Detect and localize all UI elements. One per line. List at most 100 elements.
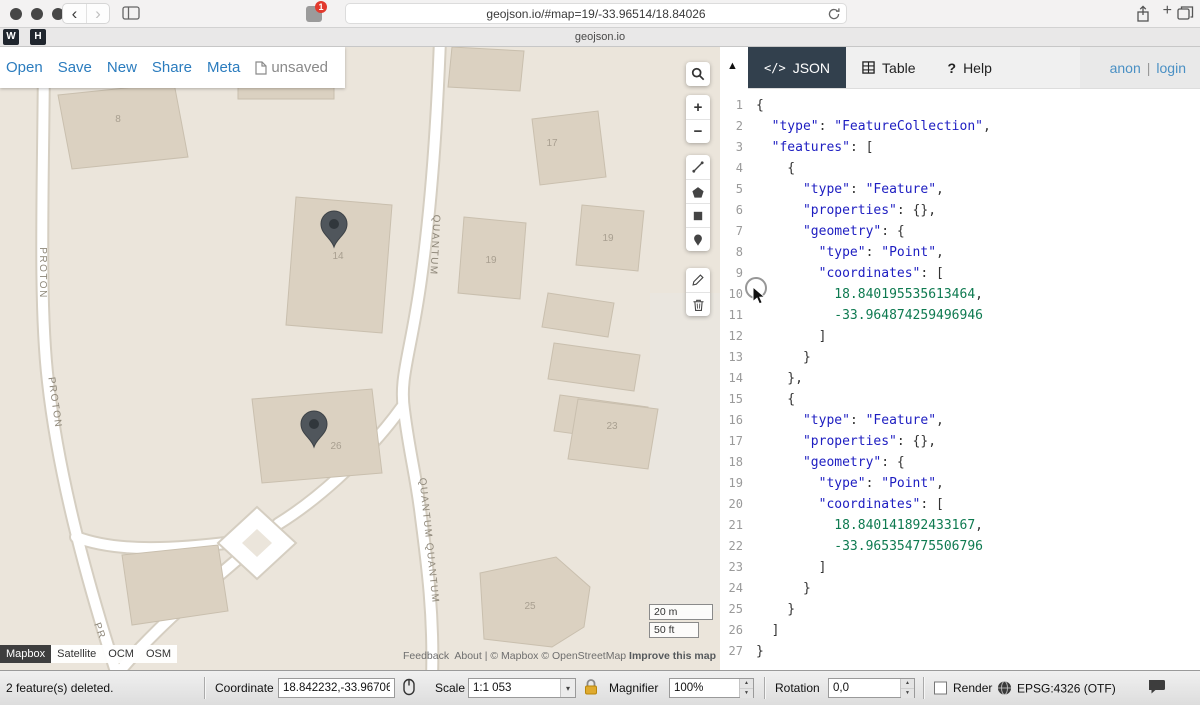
draw-toolbar xyxy=(686,155,710,251)
line-tool-icon xyxy=(691,160,705,174)
road-label-proton-1: PROTON xyxy=(37,247,48,299)
draw-marker-button[interactable] xyxy=(686,227,710,251)
geojson-menu-bar: Open Save New Share Meta unsaved xyxy=(0,47,345,88)
rotation-label: Rotation xyxy=(775,681,820,695)
minimize-button[interactable] xyxy=(31,8,43,20)
map-canvas[interactable]: PROTON PROTON PR QUANTUM QUANTUM QUANTUM… xyxy=(0,47,720,670)
active-tab-title[interactable]: geojson.io xyxy=(0,28,1200,46)
render-checkbox[interactable] xyxy=(934,682,947,695)
draw-rectangle-button[interactable] xyxy=(686,203,710,227)
layer-mapbox[interactable]: Mapbox xyxy=(0,645,51,663)
separator xyxy=(764,677,766,699)
reload-icon[interactable] xyxy=(827,7,841,27)
building-number-19b: 19 xyxy=(602,233,614,244)
browser-chrome: ‹ › 1 geojson.io/#map=19/-33.96514/18.84… xyxy=(0,0,1200,28)
delete-layers-button[interactable] xyxy=(686,292,710,316)
layer-osm[interactable]: OSM xyxy=(140,645,177,663)
scale-label: Scale xyxy=(435,681,465,695)
rotation-spinbox[interactable]: 0,0 ▲ ▼ xyxy=(828,678,915,698)
magnifier-down-button[interactable]: ▼ xyxy=(740,689,753,698)
tab-json[interactable]: </> JSON xyxy=(748,47,846,88)
new-tab-icon[interactable]: + xyxy=(1163,2,1172,20)
scale-lock-button[interactable] xyxy=(583,678,599,698)
draw-polygon-button[interactable] xyxy=(686,179,710,203)
scale-metric: 20 m xyxy=(649,604,713,620)
tab-table[interactable]: Table xyxy=(846,47,931,88)
building-number-19a: 19 xyxy=(485,255,497,266)
status-bar: 2 feature(s) deleted. Coordinate Scale 1… xyxy=(0,670,1200,705)
browser-tab-bar: W H geojson.io xyxy=(0,28,1200,47)
about-link[interactable]: About xyxy=(454,650,481,662)
coordinate-label: Coordinate xyxy=(215,681,274,695)
share-icon[interactable] xyxy=(1135,5,1151,28)
forward-button[interactable]: › xyxy=(86,4,109,23)
back-button[interactable]: ‹ xyxy=(63,4,86,23)
magnifier-value: 100% xyxy=(670,679,739,697)
improve-map-link[interactable]: Improve this map xyxy=(629,650,716,662)
tab-table-label: Table xyxy=(882,60,915,76)
log-messages-button[interactable] xyxy=(1149,679,1167,698)
menu-meta[interactable]: Meta xyxy=(207,59,240,76)
magnifier-up-button[interactable]: ▲ xyxy=(740,679,753,689)
edit-toolbar xyxy=(686,268,710,316)
mapbox-link[interactable]: © Mapbox xyxy=(490,650,538,662)
tab-help-label: Help xyxy=(963,60,992,76)
zoom-in-button[interactable]: + xyxy=(686,95,710,119)
zoom-out-button[interactable]: − xyxy=(686,119,710,143)
rotation-spin-buttons: ▲ ▼ xyxy=(900,679,914,697)
map-attribution: Feedback About | © Mapbox © OpenStreetMa… xyxy=(403,650,716,662)
line-numbers: 1234567891011121314151617181920212223242… xyxy=(720,89,748,670)
sidebar-icon[interactable] xyxy=(122,5,140,26)
magnifier-label: Magnifier xyxy=(609,681,658,695)
code-lines[interactable]: { "type": "FeatureCollection", "features… xyxy=(748,89,1200,670)
pinned-tab-w[interactable]: W xyxy=(3,29,19,45)
rotation-up-button[interactable]: ▲ xyxy=(901,679,914,689)
building-number-14: 14 xyxy=(332,251,344,262)
osm-link[interactable]: © OpenStreetMap xyxy=(541,650,626,662)
nav-buttons: ‹ › xyxy=(62,3,110,24)
draw-line-button[interactable] xyxy=(686,155,710,179)
layer-satellite[interactable]: Satellite xyxy=(51,645,102,663)
main-area: PROTON PROTON PR QUANTUM QUANTUM QUANTUM… xyxy=(0,47,1200,670)
pinned-tab-h[interactable]: H xyxy=(30,29,46,45)
screen: ‹ › 1 geojson.io/#map=19/-33.96514/18.84… xyxy=(0,0,1200,705)
layer-ocm[interactable]: OCM xyxy=(102,645,140,663)
collapse-panel-button[interactable]: ▲ xyxy=(727,60,738,72)
map-panel[interactable]: PROTON PROTON PR QUANTUM QUANTUM QUANTUM… xyxy=(0,47,720,670)
tab-help[interactable]: ? Help xyxy=(932,47,1008,88)
polygon-tool-icon xyxy=(691,185,705,199)
crs-status-button[interactable]: EPSG:4326 (OTF) xyxy=(997,681,1116,696)
mouse-cursor xyxy=(752,286,766,305)
magnifier-spinbox[interactable]: 100% ▲ ▼ xyxy=(669,678,754,698)
building-number-26: 26 xyxy=(330,441,342,452)
dropdown-arrow-icon[interactable]: ▾ xyxy=(560,679,575,697)
search-control xyxy=(686,62,710,86)
building-number-23: 23 xyxy=(606,421,618,432)
login-link[interactable]: login xyxy=(1156,60,1186,76)
extension-icon[interactable]: 1 xyxy=(306,6,322,22)
tab-overview-icon[interactable] xyxy=(1177,5,1194,26)
anon-label: anon xyxy=(1110,60,1141,76)
feedback-link[interactable]: Feedback xyxy=(403,650,449,662)
save-status: unsaved xyxy=(255,59,328,76)
speech-bubble-icon xyxy=(1149,679,1167,695)
scale-combobox[interactable]: 1:1 053 ▾ xyxy=(468,678,576,698)
mouse-position-button[interactable] xyxy=(400,677,418,700)
url-bar[interactable]: geojson.io/#map=19/-33.96514/18.84026 xyxy=(345,3,847,24)
window-controls xyxy=(10,8,64,20)
document-icon xyxy=(255,61,267,75)
mouse-icon xyxy=(400,677,418,697)
coordinate-input[interactable] xyxy=(278,678,395,698)
close-button[interactable] xyxy=(10,8,22,20)
separator xyxy=(204,677,206,699)
menu-share[interactable]: Share xyxy=(152,59,192,76)
editor-panel: ▲ </> JSON Table ? Help anon | login xyxy=(720,47,1200,670)
search-button[interactable] xyxy=(686,62,710,86)
edit-layers-button[interactable] xyxy=(686,268,710,292)
scale-imperial: 50 ft xyxy=(649,622,699,638)
rotation-down-button[interactable]: ▼ xyxy=(901,689,914,698)
menu-new[interactable]: New xyxy=(107,59,137,76)
menu-open[interactable]: Open xyxy=(6,59,43,76)
table-icon xyxy=(862,61,875,74)
menu-save[interactable]: Save xyxy=(58,59,92,76)
